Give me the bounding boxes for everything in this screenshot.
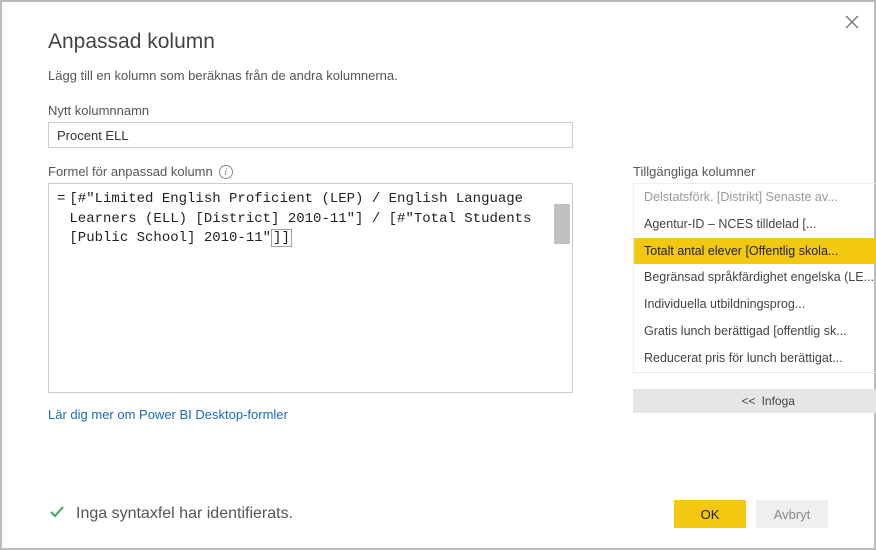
close-icon [844,14,860,30]
learn-more-link[interactable]: Lär dig mer om Power BI Desktop-formler [48,407,288,422]
formula-body: [#"Limited English Proficient (LEP) / En… [69,190,552,249]
close-button[interactable] [844,14,860,35]
cancel-button[interactable]: Avbryt [756,500,828,528]
available-column-item[interactable]: Begränsad språkfärdighet engelska (LE... [634,264,876,291]
available-column-item[interactable]: Delstatsförk. [Distrikt] Senaste av... [634,184,876,211]
available-columns-label: Tillgängliga kolumner [633,164,876,179]
status-text: Inga syntaxfel har identifierats. [76,505,293,523]
insert-prefix: << [742,394,756,408]
insert-button[interactable]: << Infoga [633,389,876,413]
available-column-item[interactable]: Reducerat pris för lunch berättigat... [634,345,876,372]
available-column-item[interactable]: Totalt antal elever [Offentlig skola... [634,238,876,265]
dialog-title: Anpassad kolumn [48,30,828,54]
formula-label: Formel för anpassad kolumn [48,164,213,179]
formula-editor[interactable]: = [#"Limited English Proficient (LEP) / … [48,183,573,393]
available-column-item[interactable]: Agentur-ID – NCES tilldelad [... [634,211,876,238]
dialog-subtitle: Lägg till en kolumn som beräknas från de… [48,68,828,83]
syntax-status: Inga syntaxfel har identifierats. [48,503,293,526]
available-columns-list[interactable]: Delstatsförk. [Distrikt] Senaste av...Ag… [633,183,876,373]
available-column-item[interactable]: Individuella utbildningsprog... [634,291,876,318]
checkmark-icon [48,503,66,526]
formula-equals: = [57,190,69,249]
available-column-item[interactable]: Gratis lunch berättigad [offentlig sk... [634,318,876,345]
column-name-input[interactable] [48,122,573,148]
available-column-item[interactable]: Totalt antal kostnadsfria och reducerade… [634,371,876,373]
info-icon[interactable]: i [219,165,233,179]
insert-label: Infoga [762,394,795,408]
ok-button[interactable]: OK [674,500,746,528]
column-name-label: Nytt kolumnnamn [48,103,828,118]
formula-scrollbar-thumb[interactable] [554,204,570,244]
